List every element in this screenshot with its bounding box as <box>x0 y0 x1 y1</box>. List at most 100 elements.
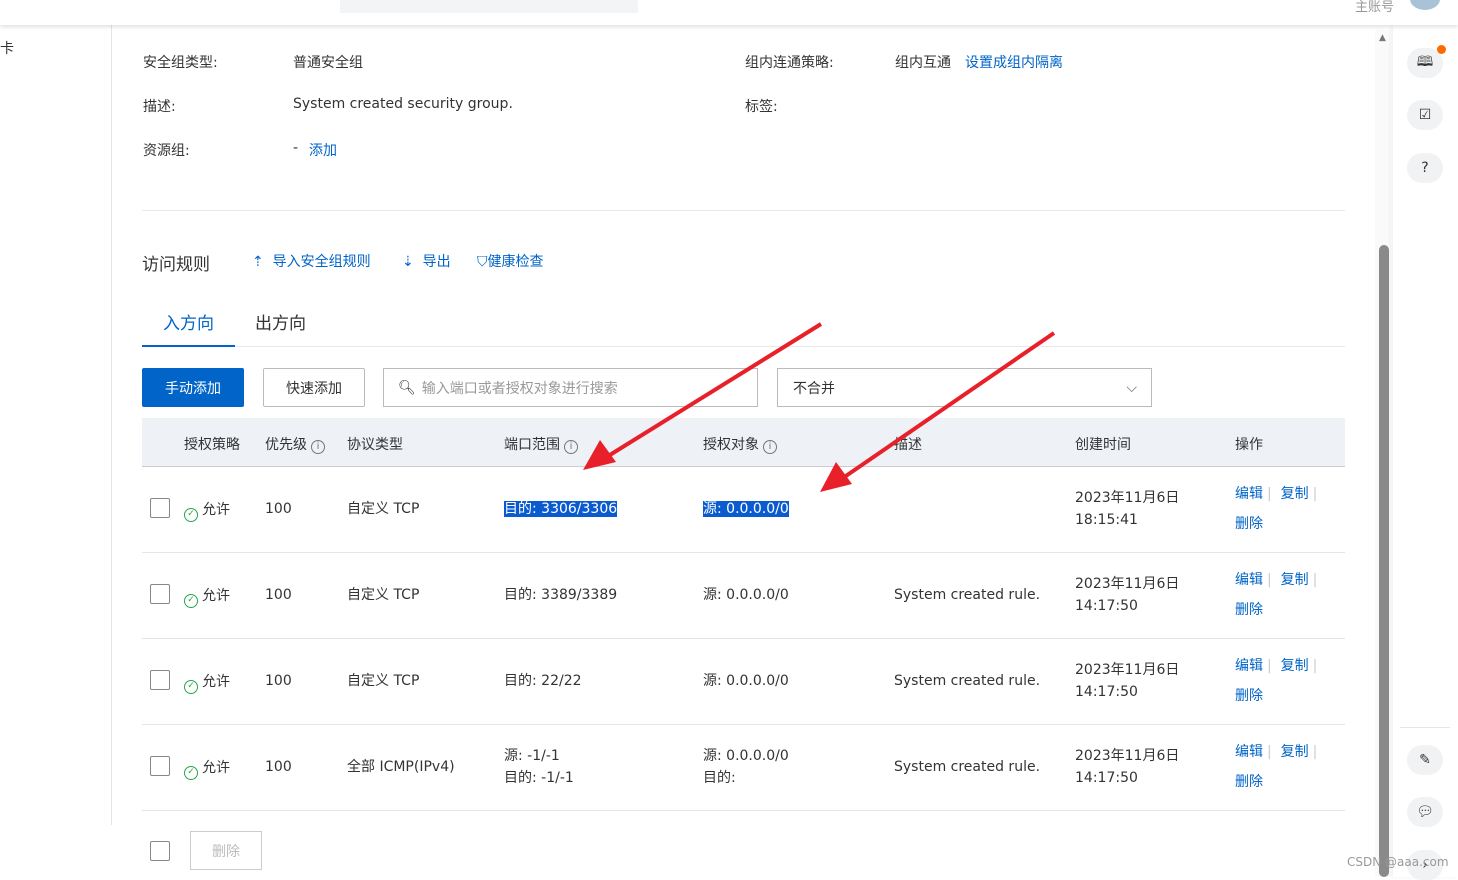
shield-icon: ⛉ <box>477 254 488 270</box>
edit-note-button[interactable]: ✎ <box>1407 745 1443 775</box>
policy-label: 组内连通策略: <box>745 55 834 71</box>
col-actions: 操作 <box>1235 437 1263 453</box>
desc-value: System created security group. <box>293 96 513 112</box>
actions-cell: 编辑 | 复制 | 删除 <box>1235 486 1318 532</box>
edit-link[interactable]: 编辑 <box>1235 572 1263 588</box>
created-cell: 2023年11月6日 18:15:41 <box>1075 490 1180 528</box>
edit-link[interactable]: 编辑 <box>1235 744 1263 760</box>
check-circle-icon: ✓ <box>184 766 198 780</box>
add-rg-link[interactable]: 添加 <box>309 140 337 160</box>
col-priority: 优先级 i <box>265 434 325 454</box>
download-icon: ⇣ <box>402 254 414 270</box>
table-row: ✓ 允许 100 自定义 TCP 目的: 3389/3389 源: 0.0.0.0… <box>142 553 1345 639</box>
row-checkbox[interactable] <box>150 670 170 690</box>
priority-cell: 100 <box>265 759 292 775</box>
delete-link[interactable]: 删除 <box>1235 602 1263 618</box>
copy-link[interactable]: 复制 <box>1281 658 1309 674</box>
tabs-divider <box>142 346 1345 347</box>
pen-icon: ✎ <box>1419 752 1431 768</box>
watermark: CSDN @aaa.com <box>1347 855 1449 869</box>
left-sidebar: 卡 <box>0 25 112 825</box>
top-search[interactable] <box>340 0 638 13</box>
policy-value: 组内互通 <box>895 55 951 71</box>
checklist-icon: ☑ <box>1418 107 1432 123</box>
sidebar-fragment[interactable]: 卡 <box>0 38 14 58</box>
copy-link[interactable]: 复制 <box>1281 486 1309 502</box>
delete-link[interactable]: 删除 <box>1235 774 1263 790</box>
type-value: 普通安全组 <box>293 55 363 71</box>
copy-link[interactable]: 复制 <box>1281 572 1309 588</box>
merge-select-value: 不合并 <box>793 380 835 397</box>
set-isolation-link[interactable]: 设置成组内隔离 <box>965 52 1063 72</box>
type-label: 安全组类型: <box>143 55 218 71</box>
row-checkbox[interactable] <box>150 498 170 518</box>
port-cell: 目的: 22/22 <box>504 673 582 689</box>
actions-cell: 编辑 | 复制 | 删除 <box>1235 572 1318 618</box>
object-cell: 源: 0.0.0.0/0 <box>703 587 789 603</box>
copy-link[interactable]: 复制 <box>1281 744 1309 760</box>
priority-cell: 100 <box>265 501 292 517</box>
info-icon: i <box>311 440 325 454</box>
table-row: ✓ 允许 100 全部 ICMP(IPv4) 源: -1/-1 目的: -1/-1 … <box>142 725 1345 811</box>
col-protocol: 协议类型 <box>347 437 403 453</box>
search-placeholder: 输入端口或者授权对象进行搜索 <box>421 380 618 397</box>
protocol-cell: 自定义 TCP <box>347 587 420 603</box>
bulk-delete-button[interactable]: 删除 <box>190 831 262 870</box>
port-cell: 目的: 3306/3306 <box>504 501 618 517</box>
port-cell: 源: -1/-1 目的: -1/-1 <box>504 748 574 786</box>
col-desc: 描述 <box>894 437 922 453</box>
check-circle-icon: ✓ <box>184 680 198 694</box>
scrollbar-thumb[interactable] <box>1379 245 1389 877</box>
manual-add-button[interactable]: 手动添加 <box>142 368 244 407</box>
export-link[interactable]: ⇣ 导出 <box>402 251 451 271</box>
import-rules-link[interactable]: ⇡ 导入安全组规则 <box>252 251 371 271</box>
account-name[interactable]: 主账号 <box>1355 0 1394 15</box>
tab-outbound[interactable]: 出方向 <box>255 309 306 334</box>
quick-add-button[interactable]: 快速添加 <box>263 368 365 407</box>
check-circle-icon: ✓ <box>184 594 198 608</box>
actions-cell: 编辑 | 复制 | 删除 <box>1235 658 1318 704</box>
policy-cell: ✓ 允许 <box>184 671 230 694</box>
select-all-checkbox[interactable] <box>150 841 170 861</box>
desc-label: 描述: <box>143 99 176 115</box>
rg-label: 资源组: <box>143 143 190 159</box>
scroll-up-icon[interactable]: ▲ <box>1379 33 1386 43</box>
port-cell: 目的: 3389/3389 <box>504 587 618 603</box>
tab-inbound[interactable]: 入方向 <box>163 309 214 334</box>
delete-link[interactable]: 删除 <box>1235 516 1263 532</box>
col-object: 授权对象 i <box>703 434 777 454</box>
actions-cell: 编辑 | 复制 | 删除 <box>1235 744 1318 790</box>
health-check-link[interactable]: ⛉健康检查 <box>477 251 544 271</box>
policy-cell: ✓ 允许 <box>184 499 230 522</box>
search-input[interactable]: 🔍︎ 输入端口或者授权对象进行搜索 <box>383 368 758 407</box>
col-port: 端口范围 i <box>504 434 578 454</box>
merge-select[interactable]: 不合并 ⌵ <box>777 368 1152 407</box>
tags-label: 标签: <box>745 99 778 115</box>
top-bar: 主账号 <box>0 0 1458 25</box>
object-cell: 源: 0.0.0.0/0 <box>703 673 789 689</box>
avatar[interactable] <box>1410 0 1440 10</box>
created-cell: 2023年11月6日 14:17:50 <box>1075 748 1180 786</box>
upload-icon: ⇡ <box>252 254 264 270</box>
info-icon: i <box>564 440 578 454</box>
notification-dot <box>1437 45 1446 54</box>
edit-link[interactable]: 编辑 <box>1235 658 1263 674</box>
help-icon: ? <box>1421 160 1429 176</box>
help-button[interactable]: ? <box>1407 153 1443 183</box>
priority-cell: 100 <box>265 587 292 603</box>
delete-link[interactable]: 删除 <box>1235 688 1263 704</box>
protocol-cell: 自定义 TCP <box>347 501 420 517</box>
check-circle-icon: ✓ <box>184 508 198 522</box>
info-icon: i <box>763 440 777 454</box>
protocol-cell: 自定义 TCP <box>347 673 420 689</box>
checklist-button[interactable]: ☑ <box>1407 100 1443 130</box>
row-checkbox[interactable] <box>150 756 170 776</box>
rg-value: - <box>293 140 299 156</box>
desc-cell: System created rule. <box>894 587 1041 603</box>
feedback-button[interactable]: 💬︎ <box>1407 797 1443 827</box>
divider <box>142 210 1345 211</box>
edit-link[interactable]: 编辑 <box>1235 486 1263 502</box>
table-row: ✓ 允许 100 自定义 TCP 目的: 3306/3306 源: 0.0.0.0… <box>142 467 1345 553</box>
row-checkbox[interactable] <box>150 584 170 604</box>
panel-divider <box>1400 727 1450 728</box>
